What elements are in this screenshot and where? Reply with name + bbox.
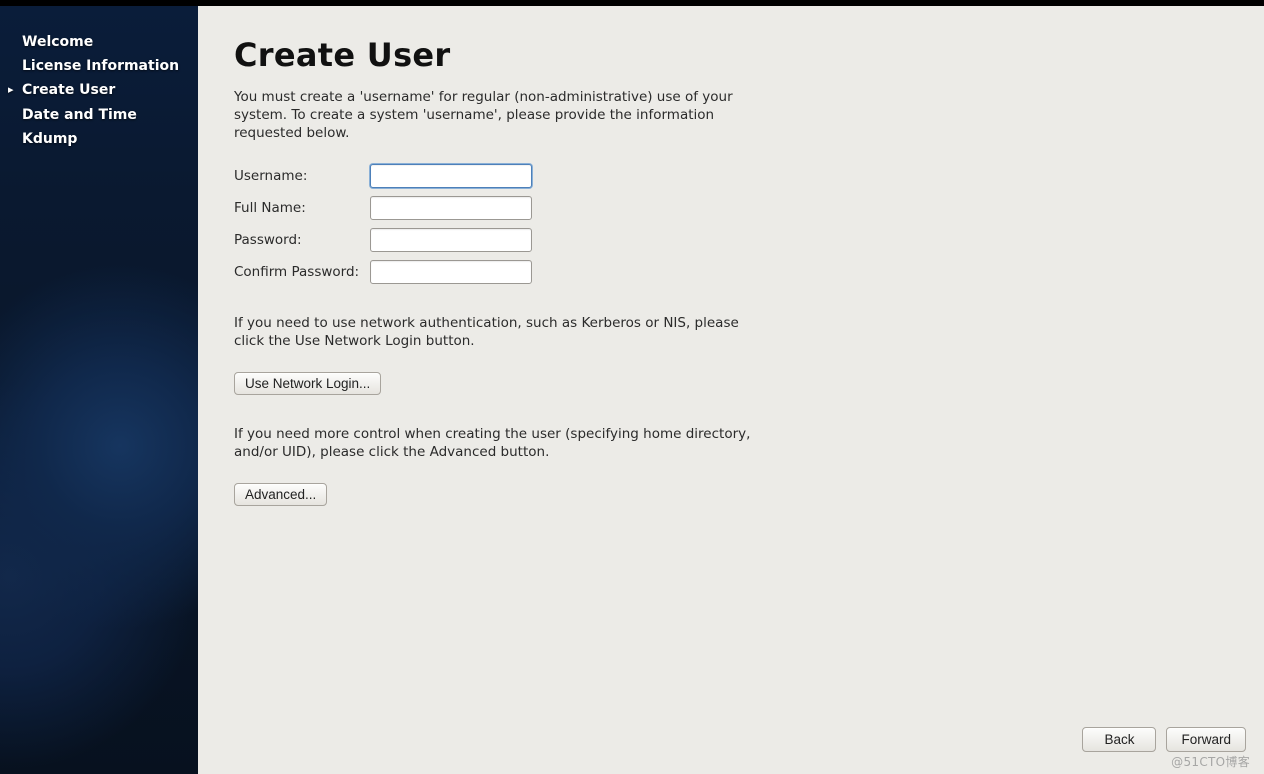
use-network-login-button[interactable]: Use Network Login... (234, 372, 381, 395)
advanced-hint: If you need more control when creating t… (234, 425, 754, 461)
intro-text: You must create a 'username' for regular… (234, 88, 754, 142)
username-label: Username: (234, 168, 370, 184)
network-login-hint: If you need to use network authenticatio… (234, 314, 754, 350)
create-user-form: Username: Full Name: Password: Confirm P… (234, 164, 1228, 284)
sidebar-item-license-information[interactable]: License Information (0, 54, 198, 78)
step-marker-icon (8, 81, 18, 100)
sidebar-item-label: License Information (22, 57, 179, 75)
sidebar-item-label: Welcome (22, 33, 93, 51)
form-row-fullname: Full Name: (234, 196, 1228, 220)
back-button[interactable]: Back (1082, 727, 1156, 752)
sidebar-item-label: Create User (22, 81, 115, 99)
sidebar-item-welcome[interactable]: Welcome (0, 30, 198, 54)
sidebar-item-create-user[interactable]: Create User (0, 78, 198, 103)
fullname-label: Full Name: (234, 200, 370, 216)
watermark-text: @51CTO博客 (1171, 753, 1250, 770)
form-row-password: Password: (234, 228, 1228, 252)
password-input[interactable] (370, 228, 532, 252)
fullname-input[interactable] (370, 196, 532, 220)
wizard-footer: Back Forward (1082, 727, 1246, 752)
firstboot-wizard: Welcome License Information Create User … (0, 6, 1264, 774)
wizard-sidebar: Welcome License Information Create User … (0, 6, 198, 774)
confirm-password-input[interactable] (370, 260, 532, 284)
sidebar-item-label: Kdump (22, 130, 77, 148)
sidebar-item-kdump[interactable]: Kdump (0, 127, 198, 151)
username-input[interactable] (370, 164, 532, 188)
confirm-password-label: Confirm Password: (234, 264, 370, 280)
wizard-main-panel: Create User You must create a 'username'… (198, 6, 1264, 774)
sidebar-item-date-and-time[interactable]: Date and Time (0, 103, 198, 127)
form-row-confirm-password: Confirm Password: (234, 260, 1228, 284)
page-title: Create User (234, 36, 1228, 74)
form-row-username: Username: (234, 164, 1228, 188)
advanced-button[interactable]: Advanced... (234, 483, 327, 506)
forward-button[interactable]: Forward (1166, 727, 1246, 752)
password-label: Password: (234, 232, 370, 248)
sidebar-item-label: Date and Time (22, 106, 137, 124)
